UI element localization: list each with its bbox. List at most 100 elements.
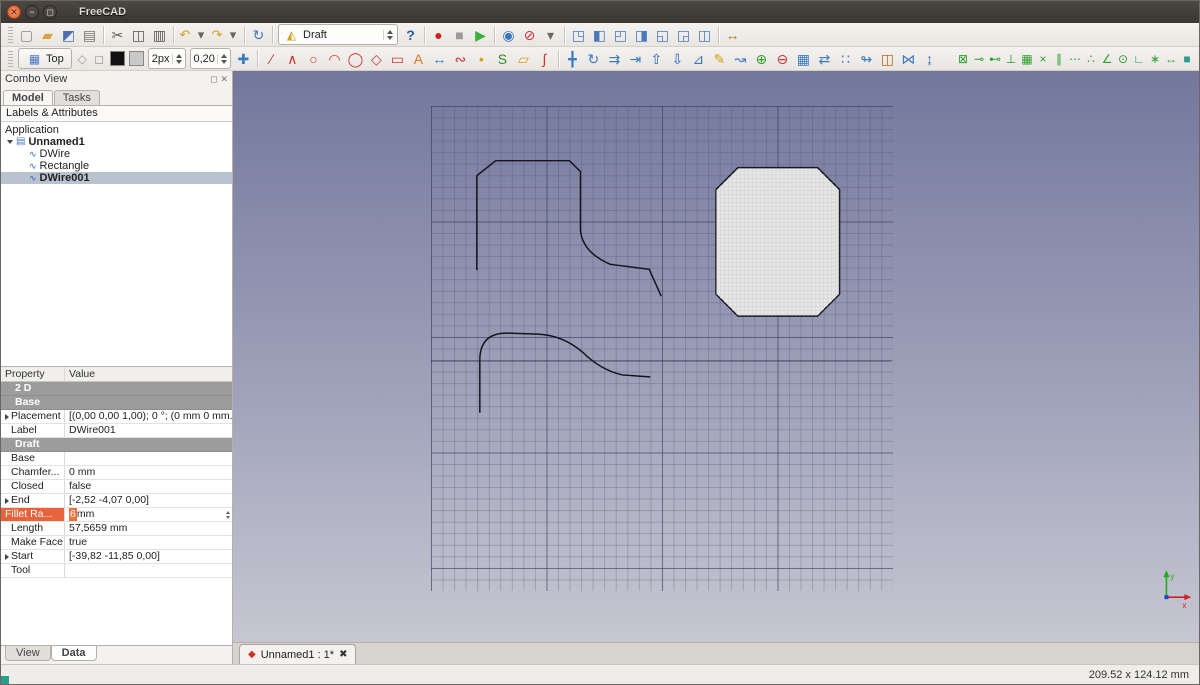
fit-all-icon[interactable]: ◉ [498,24,519,45]
snap-grid-icon[interactable]: ▦ [1019,48,1035,69]
draft-bezier-icon[interactable]: ∫ [534,48,555,69]
face-color-swatch[interactable] [129,51,144,66]
property-row-placement[interactable]: Placement [(0,00 0,00 1,00); 0 °; (0 mm … [1,410,232,424]
snap-center-icon[interactable]: ⊙ [1115,48,1131,69]
snap-extension-icon[interactable]: ⋯ [1067,48,1083,69]
draft-facebinder-icon[interactable]: ▱ [513,48,534,69]
draw-style-icon[interactable]: ⊘ [519,24,540,45]
property-row-base[interactable]: Base [1,452,232,466]
property-group-base[interactable]: Base [1,396,232,410]
tree-root-application[interactable]: Application [1,124,232,136]
left-view-icon[interactable]: ◫ [694,24,715,45]
macro-stop-icon[interactable]: ■ [449,24,470,45]
fillet-radius-spinner-icon[interactable] [223,511,230,519]
snap-working-plane-icon[interactable]: ■ [1179,48,1195,69]
panel-close-icon[interactable]: ✕ [220,74,228,85]
snap-near-icon[interactable]: ∴ [1083,48,1099,69]
global-scale-spinner-icon[interactable] [217,54,227,64]
refresh-icon[interactable]: ↻ [248,24,269,45]
draft-line-icon[interactable]: ∕ [261,48,282,69]
macro-record-icon[interactable]: ● [428,24,449,45]
snap-midpoint-icon[interactable]: ⊷ [987,48,1003,69]
draft-ellipse-icon[interactable]: ◯ [345,48,366,69]
downgrade-icon[interactable]: ⇩ [667,48,688,69]
draft-rectangle-icon[interactable]: ▭ [387,48,408,69]
draw-style-arrow-icon[interactable]: ▾ [540,24,561,45]
move-icon[interactable]: ╋ [562,48,583,69]
tree-item-rectangle[interactable]: ∿ Rectangle [1,160,232,172]
tab-model[interactable]: Model [3,90,53,105]
snap-perpendicular-icon[interactable]: ⊥ [1003,48,1019,69]
draft-wire-icon[interactable]: ∧ [282,48,303,69]
window-close-button[interactable]: ✕ [7,5,21,19]
property-row-end[interactable]: End [-2,52 -4,07 0,00] [1,494,232,508]
array-icon[interactable]: ∷ [835,48,856,69]
property-row-label[interactable]: Label DWire001 [1,424,232,438]
draft-point-icon[interactable]: • [471,48,492,69]
rectangle-shape[interactable] [716,168,840,316]
draft-bspline-icon[interactable]: ∾ [450,48,471,69]
save-icon[interactable]: ◩ [58,24,79,45]
trimex-icon[interactable]: ⇥ [625,48,646,69]
toolbar-grip[interactable] [8,51,13,67]
measure-distance-icon[interactable]: ↔ [722,24,743,45]
draft-to-sketch-icon[interactable]: ⇄ [814,48,835,69]
property-group-draft[interactable]: Draft [1,438,232,452]
copy-icon[interactable]: ◫ [128,24,149,45]
draft-polygon-icon[interactable]: ◇ [366,48,387,69]
tab-view[interactable]: View [5,646,51,661]
document-tab[interactable]: ◆ Unnamed1 : 1* ✖ [239,644,356,664]
axonometric-view-icon[interactable]: ◳ [568,24,589,45]
snap-angle-icon[interactable]: ∠ [1099,48,1115,69]
offset-icon[interactable]: ⇉ [604,48,625,69]
expander-icon[interactable] [7,140,13,144]
draft-arc-icon[interactable]: ◠ [324,48,345,69]
add-point-icon[interactable]: ⊕ [751,48,772,69]
snap-dimensions-icon[interactable]: ↔ [1163,48,1179,69]
draft-shapestring-icon[interactable]: S [492,48,513,69]
property-row-tool[interactable]: Tool [1,564,232,578]
path-array-icon[interactable]: ↬ [856,48,877,69]
tree-item-dwire001[interactable]: ∿ DWire001 [1,172,232,184]
property-row-chamfer-size[interactable]: Chamfer... 0 mm [1,466,232,480]
stretch-icon[interactable]: ↨ [919,48,940,69]
property-group-2d[interactable]: 2 D [1,382,232,396]
snap-lock-icon[interactable]: ⊠ [955,48,971,69]
right-view-icon[interactable]: ◨ [631,24,652,45]
expand-arrow-icon[interactable] [5,554,9,560]
dwire-shape[interactable] [477,161,661,297]
line-width-spinner-icon[interactable] [172,54,182,64]
tab-close-icon[interactable]: ✖ [339,649,347,660]
tree-item-dwire[interactable]: ∿ DWire [1,148,232,160]
snap-endpoint-icon[interactable]: ⊸ [971,48,987,69]
delete-point-icon[interactable]: ⊖ [772,48,793,69]
tree-item-document[interactable]: ▤ Unnamed1 [1,136,232,148]
redo-icon[interactable]: ↷ [209,24,225,45]
dwire001-shape[interactable] [480,333,650,413]
edit-icon[interactable]: ✎ [709,48,730,69]
working-plane-proxy-icon[interactable]: ◇ [74,48,91,69]
draft-circle-icon[interactable]: ○ [303,48,324,69]
toolbar-grip[interactable] [8,27,13,43]
snap-parallel-icon[interactable]: ∥ [1051,48,1067,69]
redo-history-arrow-icon[interactable]: ▾ [225,24,241,45]
undo-icon[interactable]: ↶ [177,24,193,45]
clone-icon[interactable]: ◫ [877,48,898,69]
autogroup-icon[interactable]: ◻ [91,48,108,69]
3d-viewport[interactable]: y x [233,71,1199,642]
front-view-icon[interactable]: ◧ [589,24,610,45]
undo-history-arrow-icon[interactable]: ▾ [193,24,209,45]
macro-play-icon[interactable]: ▶ [470,24,491,45]
open-file-icon[interactable]: ▰ [37,24,58,45]
whats-this-icon[interactable]: ? [400,24,421,45]
working-plane-button[interactable]: ▦ Top [18,48,72,69]
construction-mode-icon[interactable]: ✚ [233,48,254,69]
top-view-icon[interactable]: ◰ [610,24,631,45]
draft-dimension-icon[interactable]: ↔ [429,48,450,69]
panel-float-icon[interactable]: ◻ [210,74,217,85]
wire-to-bspline-icon[interactable]: ↝ [730,48,751,69]
snap-special-icon[interactable]: ∗ [1147,48,1163,69]
line-width-select[interactable]: 2px [148,48,186,69]
tab-data[interactable]: Data [51,646,97,661]
expand-arrow-icon[interactable] [5,414,9,420]
